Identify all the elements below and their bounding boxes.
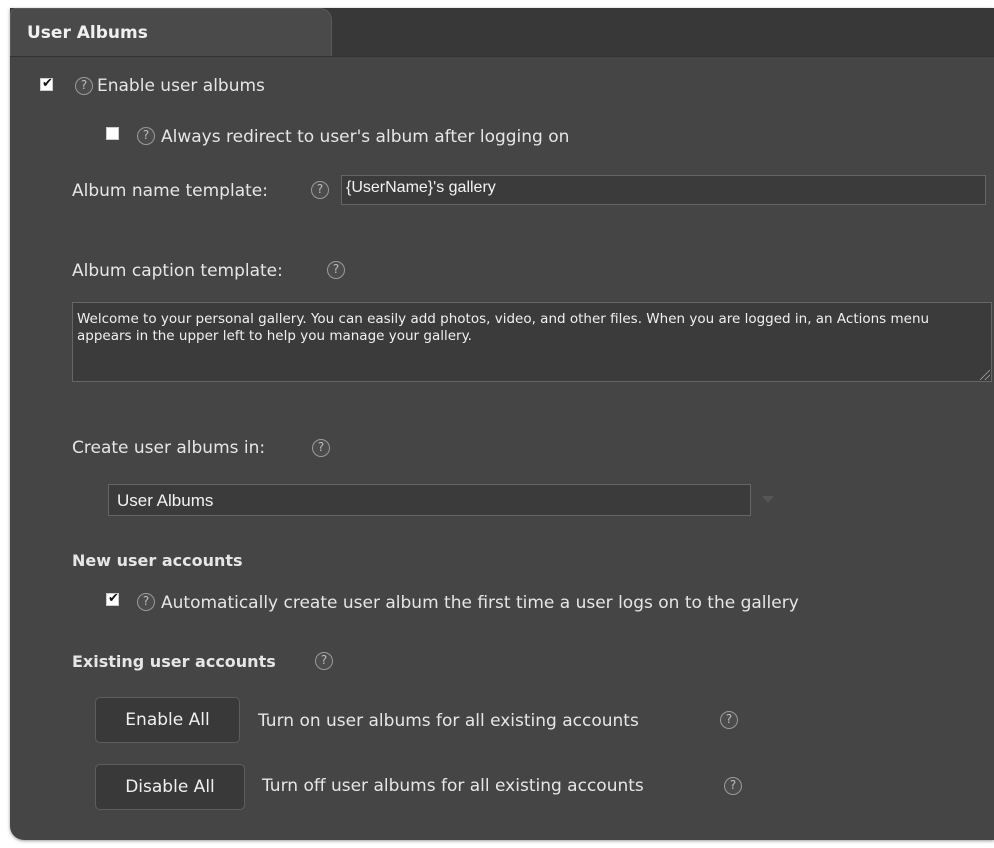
enable-all-description: Turn on user albums for all existing acc… <box>258 711 639 731</box>
help-icon[interactable]: ? <box>315 652 333 670</box>
create-user-albums-in-label: Create user albums in: <box>72 438 266 458</box>
help-icon[interactable]: ? <box>137 127 155 145</box>
resize-handle[interactable] <box>980 370 990 380</box>
tab-user-albums[interactable]: User Albums <box>10 8 332 56</box>
enable-all-button[interactable]: Enable All <box>95 697 240 743</box>
checkmark-icon: ✔ <box>108 591 119 606</box>
help-icon[interactable]: ? <box>327 261 345 279</box>
album-caption-template-textarea[interactable]: Welcome to your personal gallery. You ca… <box>72 302 992 382</box>
redirect-after-logon-checkbox[interactable] <box>106 127 119 140</box>
help-icon[interactable]: ? <box>720 711 738 729</box>
create-albums-in-select[interactable]: User Albums <box>108 484 751 516</box>
disable-all-description: Turn off user albums for all existing ac… <box>262 776 644 796</box>
enable-user-albums-label: Enable user albums <box>97 76 265 96</box>
help-icon[interactable]: ? <box>724 777 742 795</box>
album-name-template-input[interactable]: {UserName}'s gallery <box>341 175 986 205</box>
disable-all-button[interactable]: Disable All <box>95 764 245 810</box>
help-icon[interactable]: ? <box>137 593 155 611</box>
help-icon[interactable]: ? <box>311 181 329 199</box>
album-name-template-label: Album name template: <box>72 181 268 201</box>
help-icon[interactable]: ? <box>312 439 330 457</box>
album-caption-text: Welcome to your personal gallery. You ca… <box>77 311 930 344</box>
checkmark-icon: ✔ <box>42 76 53 91</box>
enable-user-albums-checkbox[interactable]: ✔ <box>40 76 53 91</box>
auto-create-album-label: Automatically create user album the firs… <box>161 593 799 613</box>
help-icon[interactable]: ? <box>75 77 93 95</box>
panel-header: User Albums <box>10 8 994 57</box>
new-user-accounts-heading: New user accounts <box>72 551 243 570</box>
auto-create-album-checkbox[interactable]: ✔ <box>106 591 119 606</box>
redirect-after-logon-label: Always redirect to user's album after lo… <box>161 127 570 147</box>
chevron-down-icon[interactable] <box>762 496 774 503</box>
album-caption-template-label: Album caption template: <box>72 261 283 281</box>
tab-title: User Albums <box>27 23 148 43</box>
existing-user-accounts-heading: Existing user accounts <box>72 652 276 671</box>
